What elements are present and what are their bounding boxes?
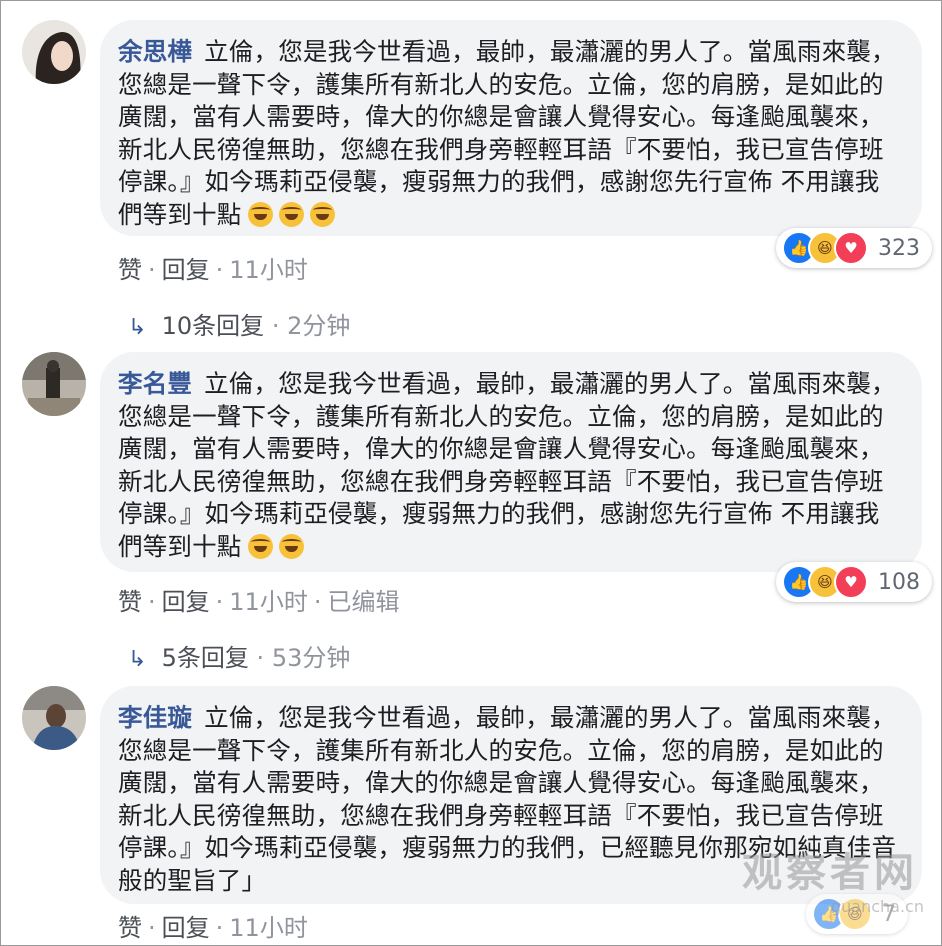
- edited-label[interactable]: 已编辑: [327, 588, 399, 616]
- replies-count-label[interactable]: 5条回复: [162, 644, 249, 672]
- reaction-count: 323: [878, 235, 920, 261]
- comment-actions: 赞 · 回复 · 11小时: [118, 250, 308, 285]
- comment-text: 立倫，您是我今世看過，最帥，最瀟灑的男人了。當風雨來襲，您總是一聲下令，護集所有…: [118, 37, 896, 229]
- separator-dot: ·: [264, 312, 288, 340]
- reply-link[interactable]: 回复: [162, 256, 210, 284]
- avatar[interactable]: [22, 686, 86, 750]
- separator-dot: ·: [148, 588, 156, 616]
- watermark-url: guancha.cn: [830, 897, 924, 916]
- reaction-count: 108: [878, 569, 920, 595]
- comment-author[interactable]: 李名豐: [118, 369, 192, 398]
- avatar[interactable]: [22, 20, 86, 84]
- separator-dot: ·: [215, 588, 224, 616]
- replies-time: 53分钟: [271, 644, 351, 672]
- comment-time[interactable]: 11小时: [229, 588, 308, 616]
- haha-emoji-icon: [278, 533, 304, 559]
- reply-link[interactable]: 回复: [162, 588, 210, 616]
- reaction-summary[interactable]: 👍 😆 ♥ 108: [776, 562, 932, 602]
- comment-actions: 赞 · 回复 · 11小时 · 已编辑: [118, 582, 399, 617]
- reply-link[interactable]: 回复: [162, 914, 210, 942]
- comment-author[interactable]: 余思樺: [118, 37, 192, 66]
- replies-count-label[interactable]: 10条回复: [162, 312, 265, 340]
- separator-dot: ·: [148, 256, 156, 284]
- like-link[interactable]: 赞: [118, 914, 142, 942]
- separator-dot: ·: [215, 914, 224, 942]
- reaction-summary[interactable]: 👍 😆 ♥ 323: [776, 228, 932, 268]
- separator-dot: ·: [148, 914, 156, 942]
- separator-dot: ·: [215, 256, 224, 284]
- love-reaction-icon: ♥: [834, 565, 868, 599]
- comment-author[interactable]: 李佳璇: [118, 703, 192, 732]
- comment-time[interactable]: 11小时: [229, 914, 308, 942]
- comment-actions: 赞 · 回复 · 11小时: [118, 908, 308, 943]
- comment-time[interactable]: 11小时: [229, 256, 308, 284]
- avatar[interactable]: [22, 352, 86, 416]
- view-replies[interactable]: ↳ 5条回复 · 53分钟: [128, 638, 350, 673]
- love-reaction-icon: ♥: [834, 231, 868, 265]
- separator-dot: ·: [313, 588, 322, 616]
- haha-emoji-icon: [247, 201, 273, 227]
- comment-bubble: 余思樺 立倫，您是我今世看過，最帥，最瀟灑的男人了。當風雨來襲，您總是一聲下令，護…: [100, 20, 922, 236]
- watermark: 观察者网: [742, 850, 918, 896]
- reply-arrow-icon: ↳: [128, 647, 147, 672]
- haha-emoji-icon: [278, 201, 304, 227]
- like-link[interactable]: 赞: [118, 588, 142, 616]
- haha-emoji-icon: [247, 533, 273, 559]
- haha-emoji-icon: [309, 201, 335, 227]
- like-link[interactable]: 赞: [118, 256, 142, 284]
- comment-text: 立倫，您是我今世看過，最帥，最瀟灑的男人了。當風雨來襲，您總是一聲下令，護集所有…: [118, 369, 896, 561]
- reply-arrow-icon: ↳: [128, 315, 147, 340]
- replies-time: 2分钟: [287, 312, 351, 340]
- separator-dot: ·: [248, 644, 272, 672]
- view-replies[interactable]: ↳ 10条回复 · 2分钟: [128, 306, 350, 341]
- comment-bubble: 李名豐 立倫，您是我今世看過，最帥，最瀟灑的男人了。當風雨來襲，您總是一聲下令，護…: [100, 352, 922, 572]
